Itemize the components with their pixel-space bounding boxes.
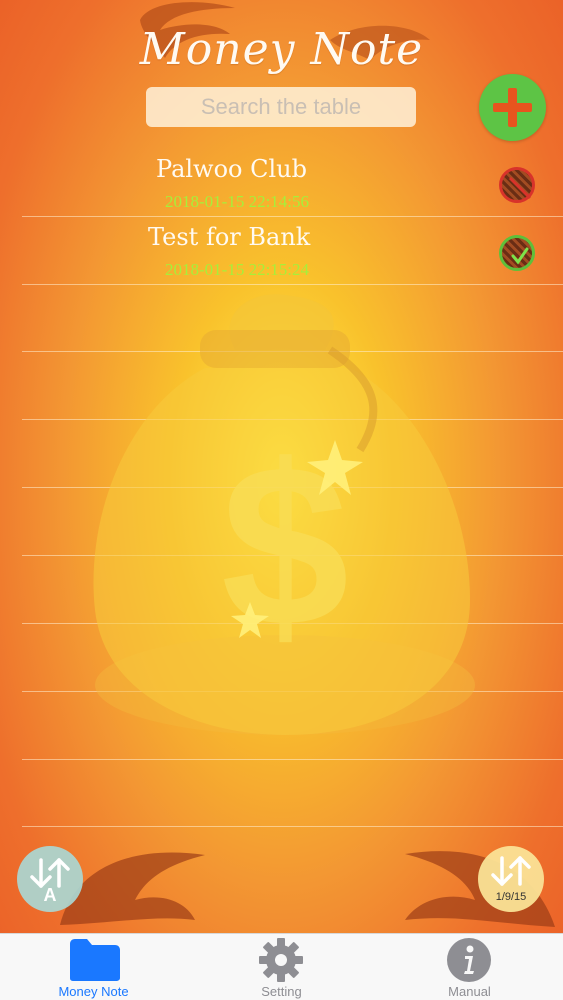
status-enabled-toggle[interactable]	[499, 235, 535, 271]
folder-icon	[70, 939, 120, 981]
tab-setting[interactable]: Setting	[188, 934, 375, 1000]
checkmark-icon	[511, 247, 529, 265]
sort-date-label: 1/9/15	[495, 891, 527, 903]
note-name: Test for Bank	[148, 223, 311, 251]
tab-label: Setting	[261, 984, 302, 999]
list-item[interactable]: Test for Bank 2018-01-15 22:15:24	[0, 218, 563, 286]
app-screen: Money Note $ Palwoo Club 20	[0, 0, 563, 933]
status-disabled-toggle[interactable]	[499, 167, 535, 203]
gear-icon	[259, 938, 303, 982]
note-date: 2018-01-15 22:14:56	[165, 192, 310, 211]
sort-alpha-label: A	[43, 885, 57, 905]
tab-manual[interactable]: Manual	[376, 934, 563, 1000]
disabled-icon	[508, 176, 532, 200]
divider	[22, 826, 563, 827]
tab-label: Manual	[448, 984, 491, 999]
tab-bar: Money Note Setting Manual	[0, 933, 563, 1000]
tab-money-note[interactable]: Money Note	[0, 934, 187, 1000]
note-date: 2018-01-15 22:15:24	[165, 260, 310, 279]
sort-alphabetical-button[interactable]: A	[17, 846, 83, 912]
info-icon	[447, 938, 491, 982]
list-item[interactable]: Palwoo Club 2018-01-15 22:14:56	[0, 150, 563, 218]
note-name: Palwoo Club	[156, 155, 307, 183]
money-bag-icon: $	[93, 294, 475, 735]
sort-date-button[interactable]: 1/9/15	[478, 846, 544, 912]
tab-label: Money Note	[58, 984, 129, 999]
